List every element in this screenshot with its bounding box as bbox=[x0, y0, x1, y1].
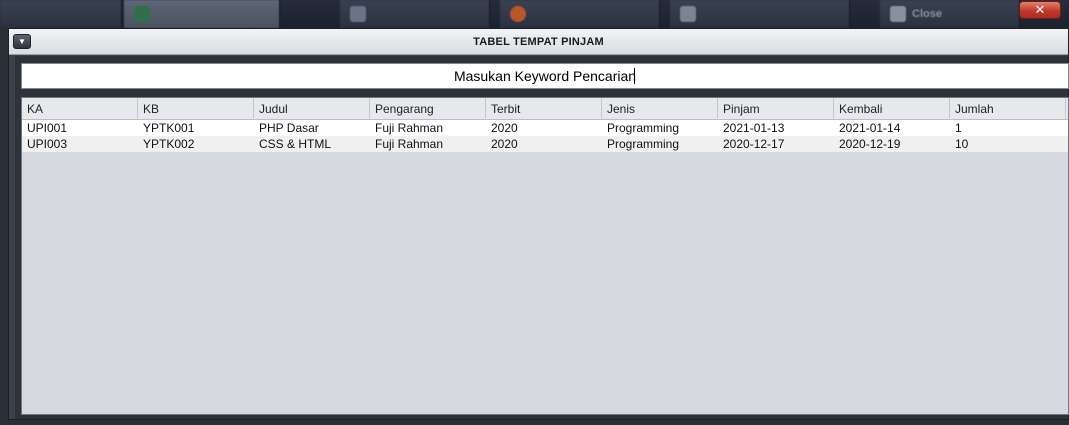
cell-terbit: 2020 bbox=[491, 121, 518, 135]
cell-judul: PHP Dasar bbox=[259, 121, 319, 135]
table-row[interactable]: UPI003 YPTK002 CSS & HTML Fuji Rahman 20… bbox=[22, 136, 1068, 152]
column-header-kembali[interactable]: Kembali bbox=[834, 98, 950, 120]
cell-jenis: Programming bbox=[607, 121, 680, 135]
cell-pengarang: Fuji Rahman bbox=[375, 137, 444, 151]
loan-table[interactable]: KA KB Judul Pengarang Terbit Jenis Pinja… bbox=[21, 97, 1069, 415]
column-header-kb[interactable]: KB bbox=[138, 98, 254, 120]
cell-jumlah: 10 bbox=[955, 137, 969, 151]
cell-judul: CSS & HTML bbox=[259, 137, 332, 151]
column-header-pinjam[interactable]: Pinjam bbox=[718, 98, 834, 120]
cell-kembali: 2020-12-19 bbox=[839, 137, 901, 151]
cell-kb: YPTK001 bbox=[143, 121, 195, 135]
dialog-content: KA KB Judul Pengarang Terbit Jenis Pinja… bbox=[15, 56, 1069, 419]
column-header-jenis[interactable]: Jenis bbox=[602, 98, 718, 120]
bg-close-button: Close bbox=[880, 0, 1020, 28]
bg-toolbar-button bbox=[0, 0, 122, 28]
bg-toolbar-button bbox=[124, 0, 280, 28]
x-icon: ✕ bbox=[1034, 2, 1046, 17]
cell-ka: UPI001 bbox=[27, 121, 68, 135]
cell-kembali: 2021-01-14 bbox=[839, 121, 901, 135]
table-row[interactable]: UPI001 YPTK001 PHP Dasar Fuji Rahman 202… bbox=[22, 120, 1068, 136]
text-cursor bbox=[634, 68, 635, 84]
cell-pinjam: 2021-01-13 bbox=[723, 121, 785, 135]
bg-app-icon bbox=[134, 6, 150, 22]
bg-loan-icon bbox=[510, 6, 526, 22]
dialog-title: TABEL TEMPAT PINJAM bbox=[473, 36, 604, 48]
bg-return-icon bbox=[680, 6, 696, 22]
column-header-jumlah[interactable]: Jumlah bbox=[950, 98, 1066, 120]
close-window-button[interactable]: ✕ bbox=[1019, 1, 1061, 19]
bg-toolbar-button bbox=[670, 0, 850, 28]
bg-exit-icon bbox=[890, 6, 906, 22]
background-toolbar: Close ✕ bbox=[0, 0, 1069, 28]
bg-toolbar-button bbox=[340, 0, 490, 28]
cell-pengarang: Fuji Rahman bbox=[375, 121, 444, 135]
cell-jenis: Programming bbox=[607, 137, 680, 151]
table-header: KA KB Judul Pengarang Terbit Jenis Pinja… bbox=[22, 98, 1068, 120]
bg-doc-icon bbox=[350, 6, 366, 22]
cell-kb: YPTK002 bbox=[143, 137, 195, 151]
cell-ka: UPI003 bbox=[27, 137, 68, 151]
bg-toolbar-button bbox=[500, 0, 660, 28]
search-input[interactable] bbox=[21, 63, 1069, 89]
bg-close-label: Close bbox=[912, 8, 942, 20]
column-header-terbit[interactable]: Terbit bbox=[486, 98, 602, 120]
cell-terbit: 2020 bbox=[491, 137, 518, 151]
dialog-titlebar: ▼ TABEL TEMPAT PINJAM bbox=[9, 29, 1068, 55]
column-header-pengarang[interactable]: Pengarang bbox=[370, 98, 486, 120]
column-header-ka[interactable]: KA bbox=[22, 98, 138, 120]
tabel-tempat-pinjam-dialog: ▼ TABEL TEMPAT PINJAM KA KB Judul Pengar… bbox=[8, 28, 1069, 420]
column-header-judul[interactable]: Judul bbox=[254, 98, 370, 120]
cell-jumlah: 1 bbox=[955, 121, 962, 135]
cell-pinjam: 2020-12-17 bbox=[723, 137, 785, 151]
